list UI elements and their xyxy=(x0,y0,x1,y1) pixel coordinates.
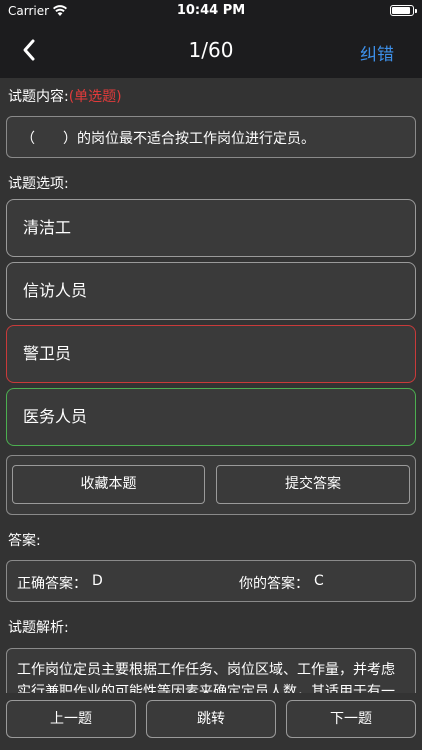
question-label-text: 试题内容: xyxy=(8,89,69,105)
prev-question-button[interactable]: 上一题 xyxy=(6,700,136,738)
report-error-button[interactable]: 纠错 xyxy=(360,40,394,65)
nav-bar: 1/60 纠错 xyxy=(0,22,422,78)
question-label: 试题内容:(单选题) xyxy=(8,86,122,106)
status-bar: Carrier 10:44 PM xyxy=(0,0,422,22)
correct-answer-label: 正确答案： xyxy=(17,576,87,592)
jump-button[interactable]: 跳转 xyxy=(146,700,276,738)
correct-answer-value: D xyxy=(92,573,103,589)
answer-label: 答案: xyxy=(8,533,41,549)
option-a[interactable]: 清洁工 xyxy=(6,199,416,257)
analysis-label: 试题解析: xyxy=(8,620,69,636)
option-b[interactable]: 信访人员 xyxy=(6,262,416,320)
your-answer-value: C xyxy=(314,573,324,589)
clock: 10:44 PM xyxy=(176,3,246,18)
question-text: （ ）的岗位最不适合按工作岗位进行定员。 xyxy=(6,116,416,158)
battery-icon xyxy=(390,5,417,16)
option-c[interactable]: 警卫员 xyxy=(6,325,416,383)
favorite-button[interactable]: 收藏本题 xyxy=(12,465,205,504)
next-question-button[interactable]: 下一题 xyxy=(286,700,416,738)
page-title: 1/60 xyxy=(188,38,234,62)
answer-box: 正确答案： D 你的答案： C xyxy=(6,560,416,602)
submit-answer-button[interactable]: 提交答案 xyxy=(216,465,410,504)
options-label: 试题选项: xyxy=(8,176,69,192)
option-d[interactable]: 医务人员 xyxy=(6,388,416,446)
your-answer-label: 你的答案： xyxy=(239,576,309,592)
question-type-tag: (单选题) xyxy=(68,89,122,105)
